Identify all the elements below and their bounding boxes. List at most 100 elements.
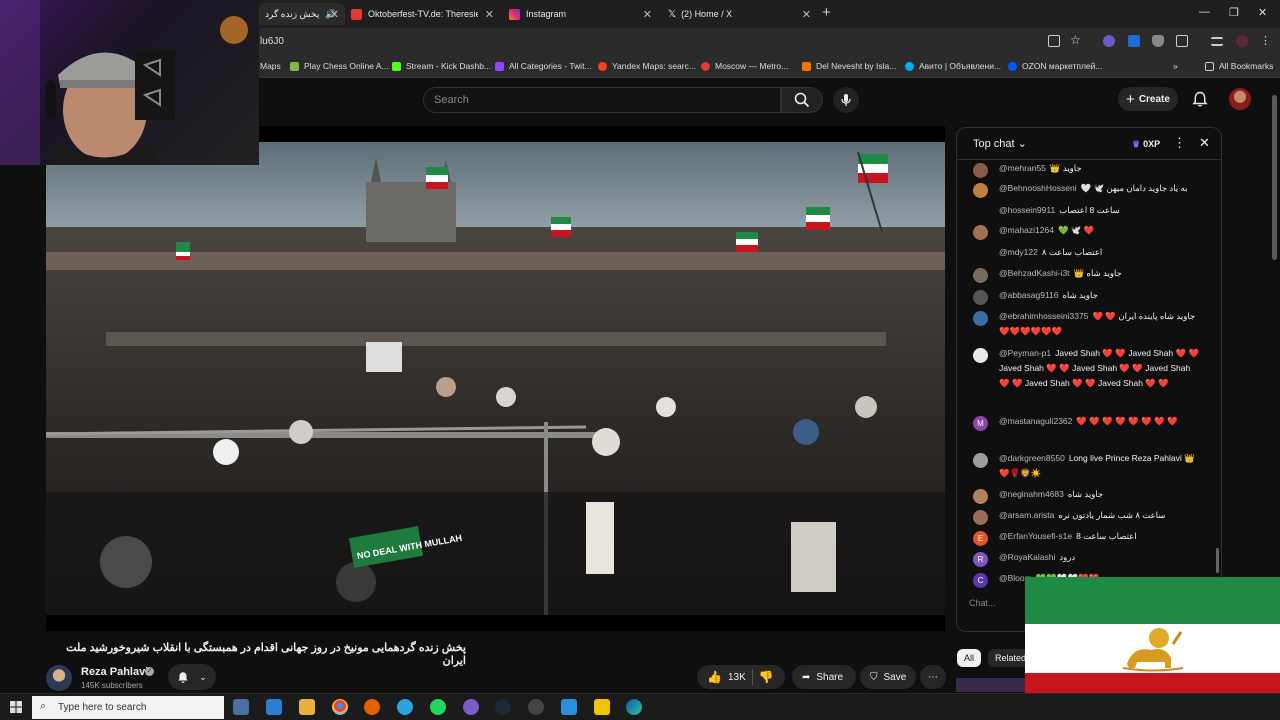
shield-icon[interactable] [1152,35,1164,47]
thumbnail-preview[interactable] [956,678,1026,692]
bookmark-twitch[interactable]: All Categories - Twit... [495,61,592,71]
chat-avatar[interactable] [973,453,988,468]
search-input[interactable] [424,88,780,112]
page-scrollbar[interactable] [1272,95,1277,260]
extension-icon[interactable] [1103,35,1115,47]
chrome-icon[interactable] [332,699,348,715]
menu-icon[interactable]: ⋮ [1260,34,1272,47]
like-button[interactable]: 👍 13K [707,670,746,684]
firefox-icon[interactable] [364,699,380,715]
discord-icon[interactable] [463,699,479,715]
close-icon[interactable]: ✕ [802,8,811,21]
chat-avatar[interactable]: E [973,531,988,546]
install-icon[interactable] [1048,35,1060,47]
chat-avatar[interactable] [973,225,988,240]
bookmark-chess[interactable]: Play Chess Online A... [290,61,389,71]
chat-username[interactable]: @Peyman-p1 [999,348,1051,358]
chat-username[interactable]: @mehran55 [999,163,1046,173]
windows-start-icon[interactable] [10,701,22,713]
app-icon[interactable] [594,699,610,715]
chat-avatar[interactable] [973,348,988,363]
puzzle-icon[interactable] [1176,35,1188,47]
chat-scrollbar[interactable] [1216,548,1219,573]
chat-username[interactable]: @mdy122 [999,247,1038,257]
close-window-button[interactable]: ✕ [1258,6,1267,19]
close-icon[interactable]: ✕ [643,8,652,21]
chat-input[interactable]: Chat... [969,598,996,608]
chat-avatar[interactable] [973,268,988,283]
chat-username[interactable]: @neginahm4683 [999,489,1064,499]
profile-icon[interactable] [1236,35,1248,47]
create-button[interactable]: + Create [1118,87,1178,111]
edge-icon[interactable] [626,699,642,715]
xp-badge[interactable]: ♛ 0XP [1127,136,1165,152]
bookmark-maps[interactable]: Maps [260,61,281,71]
bookmark-ozon[interactable]: OZON маркетплей... [1008,61,1103,71]
close-chat-icon[interactable]: ✕ [1199,135,1210,151]
chevron-right-icon[interactable]: » [1173,61,1178,71]
chat-username[interactable]: @mastanaguli2362 [999,416,1072,426]
task-view-icon[interactable] [233,699,249,715]
extension-icon[interactable] [1128,35,1140,47]
chat-username[interactable]: @ErfanYousefi-s1e [999,531,1072,541]
star-icon[interactable]: ☆ [1070,33,1082,47]
chat-avatar[interactable] [973,510,988,525]
new-tab-button[interactable]: + [822,4,831,21]
chat-username[interactable]: @BehnooshHosseni [999,183,1077,193]
taskbar-search[interactable]: ⌕ Type here to search [32,696,224,719]
chat-username[interactable]: @hossein9911 [999,205,1055,215]
bookmark-kick[interactable]: Stream - Kick Dashb... [392,61,491,71]
tab-x[interactable]: 𝕏 (2) Home / X ✕ [662,3,817,25]
steam-icon[interactable] [495,699,511,715]
restore-button[interactable]: ❐ [1229,6,1239,19]
chat-avatar[interactable] [973,489,988,504]
file-explorer-icon[interactable] [299,699,315,715]
chat-mode-selector[interactable]: Top chat ⌄ [973,137,1027,150]
bookmark-yandex[interactable]: Yandex Maps: searc... [598,61,696,71]
chat-avatar[interactable]: C [973,573,988,588]
chat-avatar[interactable]: M [973,416,988,431]
url-text[interactable]: lu6J0 [260,36,284,47]
tab-oktoberfest[interactable]: Oktoberfest-TV.de: Theresienw ✕ [345,3,500,25]
bookmark-avito[interactable]: Авито | Объявлени... [905,61,1001,71]
chat-avatar[interactable] [973,163,988,178]
account-avatar[interactable] [1229,88,1251,110]
media-icon[interactable] [1211,37,1223,46]
chat-username[interactable]: @darkgreen8550 [999,453,1065,463]
voice-search-button[interactable] [833,87,859,113]
chat-username[interactable]: @BehzadKashi-i3t [999,268,1070,278]
channel-name[interactable]: Reza Pahlavi [81,666,148,678]
save-button[interactable]: ⛉ Save [860,665,916,689]
search-button[interactable] [781,87,823,113]
bookmark-del-nevesht[interactable]: Del Nevesht by Isla... [802,61,896,71]
chat-username[interactable]: @ebrahimhosseini3375 [999,311,1088,321]
chat-avatar[interactable] [973,290,988,305]
dislike-button[interactable]: 👎 [759,670,774,684]
app-icon[interactable] [561,699,577,715]
chat-username[interactable]: @abbasag9116 [999,290,1059,300]
chat-username[interactable]: @mahazi1264 [999,225,1054,235]
share-button[interactable]: ➦ Share [792,665,856,689]
chat-avatar[interactable] [973,183,988,198]
chat-menu-icon[interactable]: ⋮ [1173,135,1186,151]
telegram-icon[interactable] [397,699,413,715]
chat-username[interactable]: @arsam.arista [999,510,1054,520]
chat-avatar[interactable]: R [973,552,988,567]
obs-icon[interactable] [528,699,544,715]
chat-username[interactable]: @RoyaKalashi [999,552,1055,562]
video-player[interactable]: NO DEAL WITH MULLAH [46,126,945,631]
close-icon[interactable]: ✕ [330,8,339,21]
more-actions-button[interactable]: ⋯ [920,665,946,689]
subscription-bell-button[interactable]: ⌄ [168,664,216,690]
app-icon[interactable] [266,699,282,715]
all-bookmarks[interactable]: All Bookmarks [1205,61,1273,71]
spotify-icon[interactable] [430,699,446,715]
chip-all[interactable]: All [957,649,982,667]
close-icon[interactable]: ✕ [485,8,494,21]
tab-instagram[interactable]: Instagram ✕ [503,3,658,25]
channel-avatar[interactable] [46,665,72,691]
notifications-bell-icon[interactable] [1192,91,1208,108]
bookmark-metro[interactable]: Moscow — Metro... [701,61,788,71]
chat-avatar[interactable] [973,311,988,326]
tab-current[interactable]: پخش زنده گرد 🔊 ✕ [259,3,345,25]
